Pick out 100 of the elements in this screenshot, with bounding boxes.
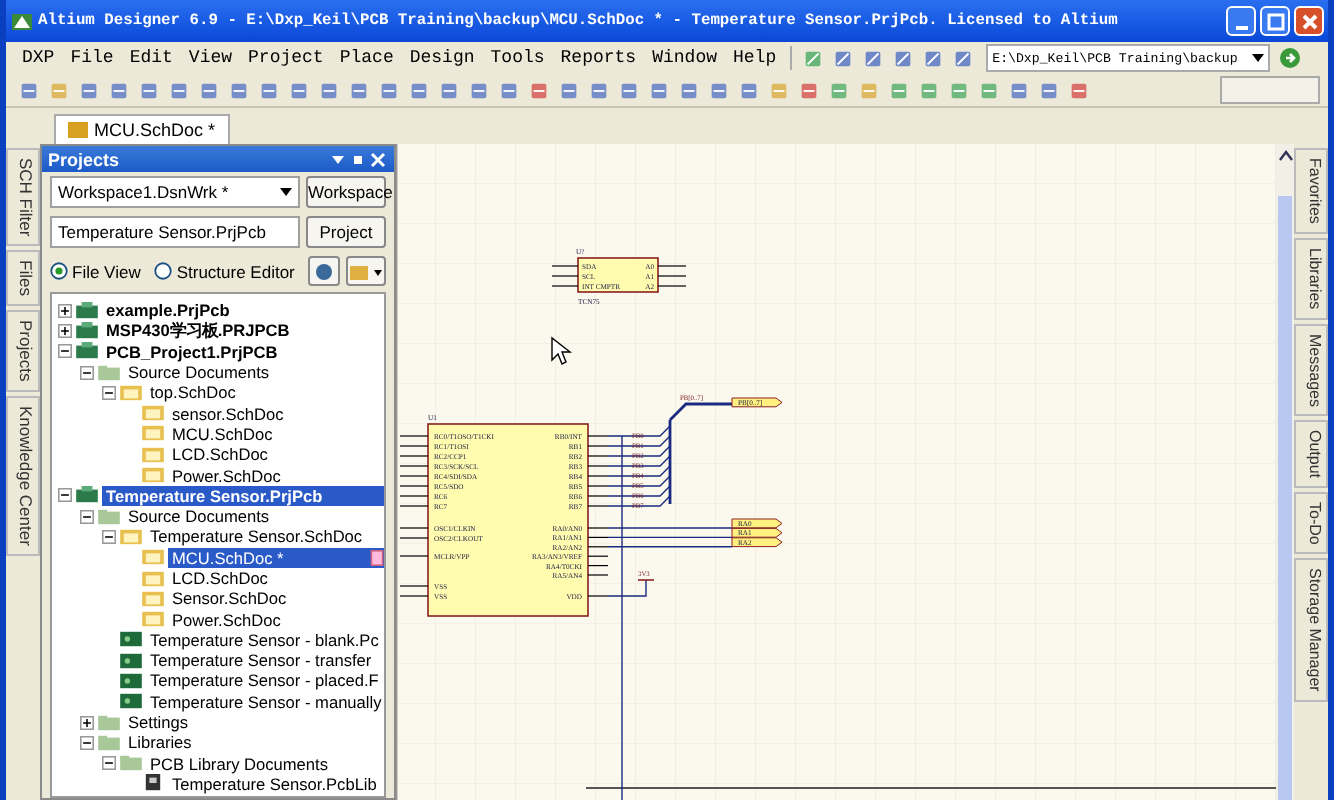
tree-item[interactable]: Temperature Sensor - transfer (146, 650, 376, 671)
folder-caret-icon (349, 261, 382, 281)
pcb-icon (120, 671, 142, 690)
tree-item[interactable]: Libraries (124, 732, 196, 753)
side-tab[interactable]: Favorites (1294, 148, 1328, 234)
menu-item[interactable]: Edit (121, 48, 181, 68)
project-icon (76, 486, 98, 505)
tree-item[interactable]: LCD.SchDoc (168, 444, 272, 465)
globe-button[interactable] (308, 256, 340, 286)
expand-toggle[interactable] (102, 529, 116, 544)
side-tab[interactable]: Files (6, 250, 40, 307)
menu-item[interactable]: DXP (14, 48, 63, 68)
scroll-up-icon[interactable] (1277, 148, 1293, 164)
pcb-icon (120, 692, 142, 711)
schematic-icon (142, 548, 164, 567)
minimize-button[interactable] (1226, 6, 1256, 36)
expand-toggle[interactable] (58, 323, 72, 338)
panel-controls-icon[interactable] (328, 149, 388, 169)
side-tab[interactable]: Libraries (1294, 237, 1328, 320)
project-icon (76, 301, 98, 320)
expand-toggle[interactable] (58, 488, 72, 503)
menu-item[interactable]: Place (331, 48, 402, 68)
toolbar-dropdown[interactable] (1220, 76, 1320, 104)
side-tab[interactable]: Output (1294, 420, 1328, 489)
tree-item[interactable]: Source Documents (124, 506, 274, 527)
expand-toggle[interactable] (80, 365, 94, 380)
project-icon (76, 321, 98, 340)
caret-icon (1252, 54, 1265, 62)
sensor-chip (551, 257, 687, 293)
expand-toggle[interactable] (58, 303, 72, 318)
schematic-icon (142, 569, 164, 587)
tree-item[interactable]: Source Documents (124, 362, 274, 383)
tree-item[interactable]: Temperature Sensor - placed.F (146, 670, 383, 691)
library-icon (142, 774, 164, 793)
tree-item[interactable]: Sensor.SchDoc (168, 588, 291, 609)
tree-item[interactable]: MSP430学习板.PRJPCB (102, 320, 294, 341)
tree-item[interactable]: example.PrjPcb (102, 300, 234, 321)
view-radio[interactable]: Structure Editor (154, 261, 295, 281)
project-button[interactable]: Project (306, 216, 386, 248)
project-field[interactable]: Temperature Sensor.PrjPcb (50, 216, 300, 248)
menu-item[interactable]: Reports (552, 48, 645, 68)
menu-item[interactable]: Window (644, 48, 725, 68)
expand-toggle[interactable] (102, 385, 116, 400)
expand-toggle[interactable] (80, 509, 94, 524)
menu-item[interactable]: Help (725, 48, 785, 68)
app-icon (10, 9, 34, 33)
tree-item[interactable]: Temperature Sensor.SchDoc (146, 526, 367, 547)
folder-icon (120, 754, 142, 773)
tree-item[interactable]: Power.SchDoc (168, 609, 285, 630)
side-tab[interactable]: SCH Filter (6, 148, 40, 247)
tree-item[interactable]: PCB_Project1.PrjPCB (102, 341, 282, 362)
expand-toggle[interactable] (80, 715, 94, 730)
tree-item[interactable]: Temperature Sensor - blank.Pc (146, 629, 383, 650)
maximize-icon (1265, 11, 1285, 31)
document-tab[interactable]: MCU.SchDoc * (54, 114, 230, 144)
mouse-pointer-icon (551, 336, 573, 365)
globe-icon (314, 261, 335, 281)
folder-menu-button[interactable] (345, 256, 386, 286)
menu-item[interactable]: File (62, 48, 122, 68)
side-tab[interactable]: Projects (6, 310, 40, 392)
vertical-scrollbar[interactable] (1276, 144, 1294, 800)
side-tab[interactable]: Messages (1294, 323, 1328, 417)
side-tab[interactable]: Knowledge Center (6, 395, 40, 556)
folder-icon (98, 713, 120, 732)
schematic-icon (142, 610, 164, 629)
schematic-icon (142, 445, 164, 464)
menu-item[interactable]: Project (240, 48, 332, 68)
tree-item[interactable]: sensor.SchDoc (168, 403, 288, 424)
tree-item[interactable]: Power.SchDoc (168, 465, 285, 486)
menu-item[interactable]: Tools (482, 48, 553, 68)
schematic-icon (142, 424, 164, 443)
tab-label: MCU.SchDoc * (94, 120, 216, 140)
tree-item[interactable]: Temperature Sensor.PrjPcb (102, 485, 384, 506)
tree-item[interactable]: Temperature Sensor.PcbLib (168, 773, 381, 794)
tree-item[interactable]: PCB Library Documents (146, 753, 332, 774)
expand-toggle[interactable] (102, 756, 116, 771)
menu-item[interactable]: Design (401, 48, 483, 68)
workspace-dropdown[interactable]: Workspace1.DsnWrk * (50, 176, 300, 208)
expand-toggle[interactable] (80, 735, 94, 750)
folder-icon (98, 363, 120, 382)
tree-item[interactable]: Settings (124, 712, 192, 733)
schematic-icon (142, 466, 164, 485)
expand-toggle[interactable] (58, 344, 72, 359)
tree-item[interactable]: MCU.SchDoc (168, 423, 277, 444)
tree-item[interactable]: LCD.SchDoc (168, 568, 272, 588)
forward-icon[interactable] (1278, 46, 1303, 70)
panel-title: Projects (48, 149, 120, 169)
side-tab[interactable]: Storage Manager (1294, 558, 1328, 703)
radio-icon (154, 262, 173, 280)
tree-item[interactable]: Temperature Sensor - manually (146, 691, 384, 712)
close-button[interactable] (1294, 6, 1324, 36)
radio-icon (50, 262, 68, 280)
schematic-icon (142, 404, 164, 423)
tree-item[interactable]: MCU.SchDoc * (168, 547, 384, 568)
menu-item[interactable]: View (180, 48, 241, 68)
side-tab[interactable]: To-Do (1294, 492, 1328, 555)
view-radio[interactable]: File View (50, 261, 141, 281)
caret-icon (280, 188, 292, 196)
tree-item[interactable]: top.SchDoc (146, 382, 240, 403)
maximize-button[interactable] (1260, 6, 1290, 36)
